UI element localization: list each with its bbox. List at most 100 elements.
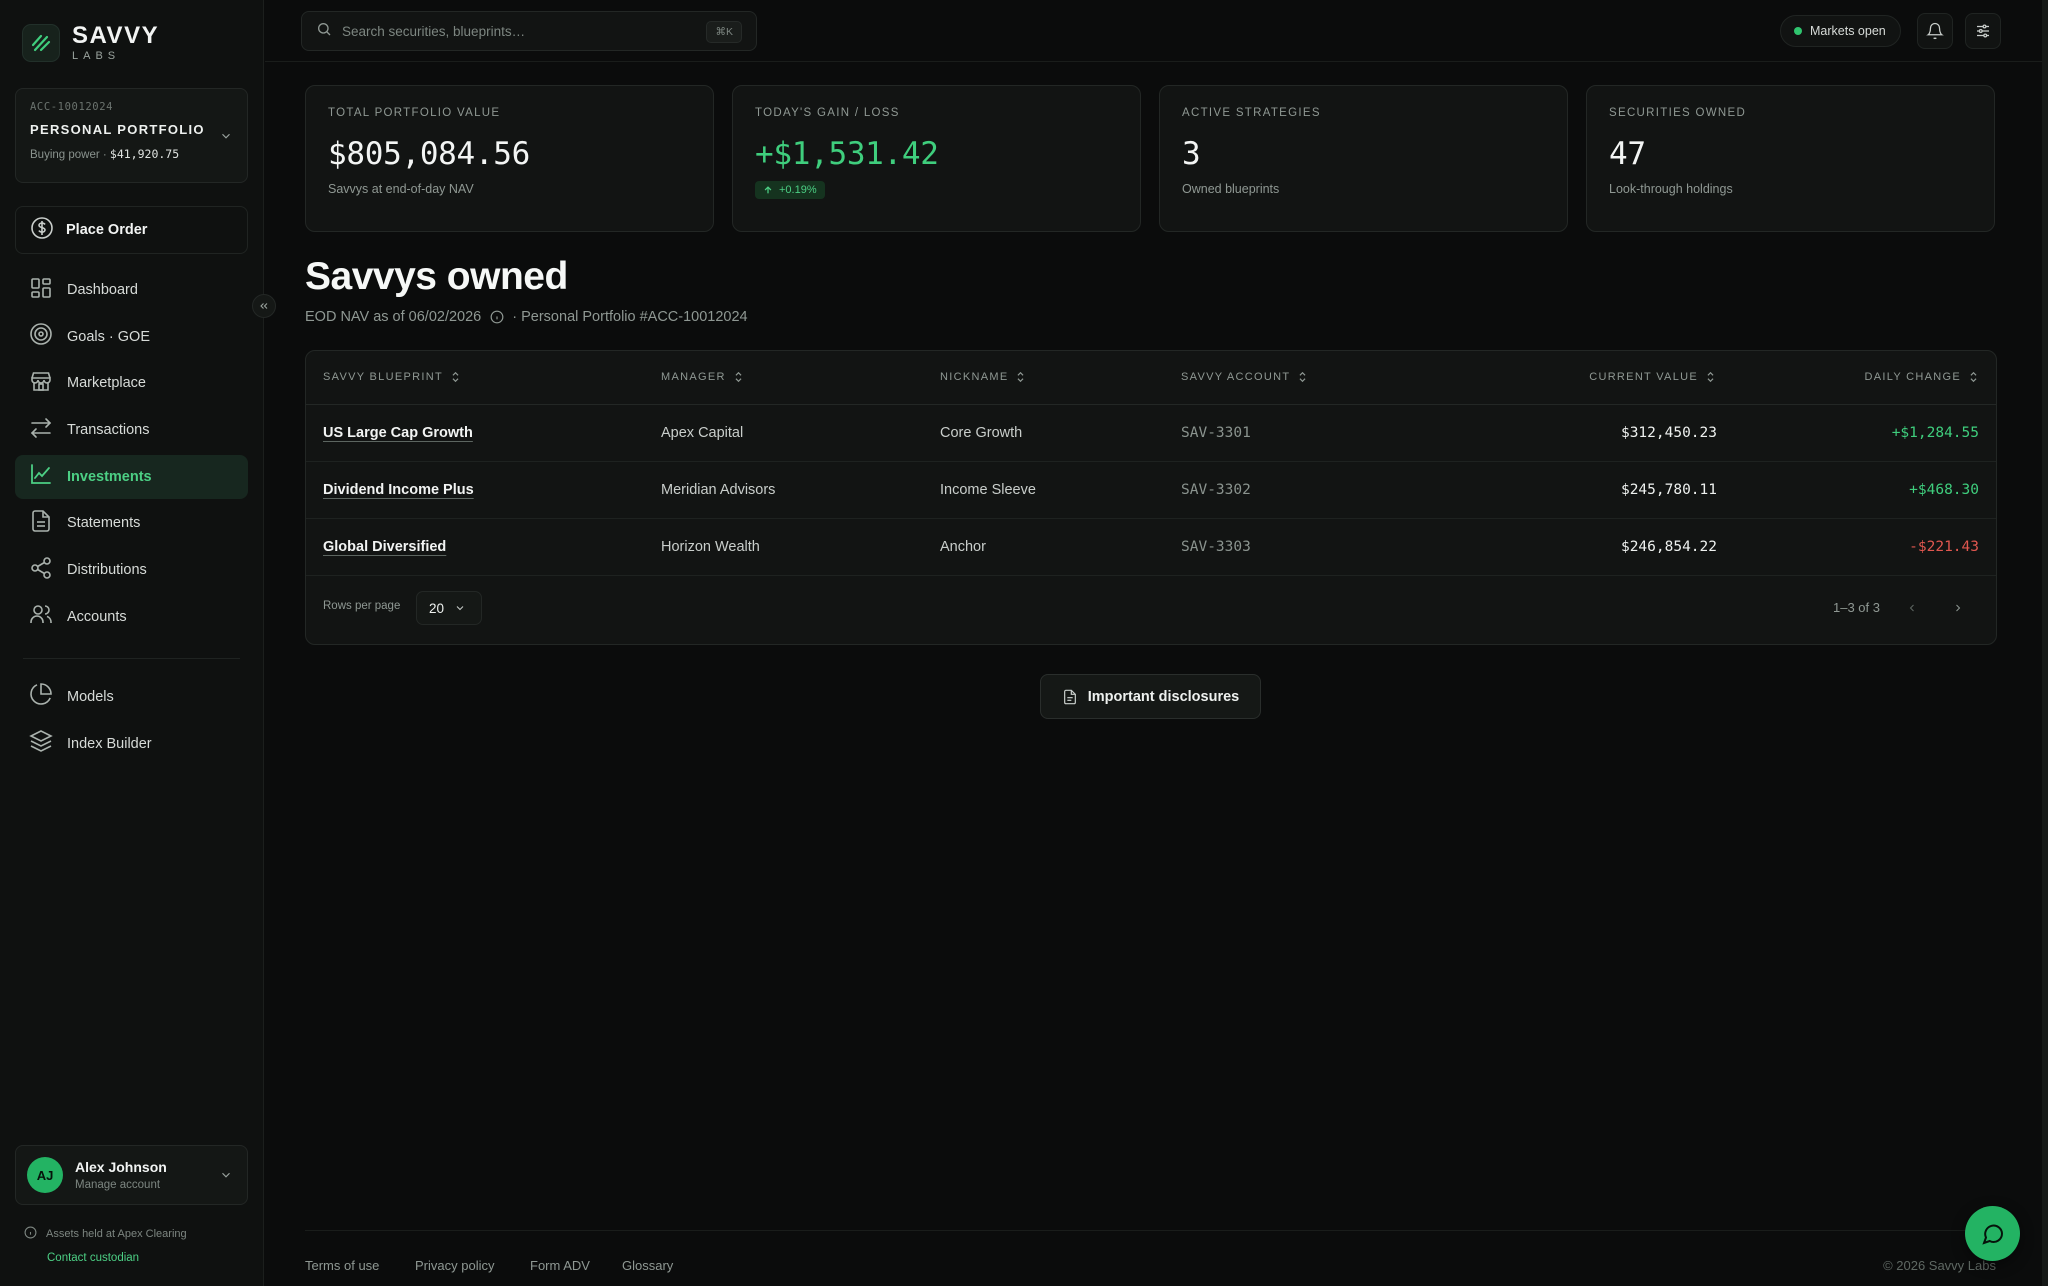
blueprint-link[interactable]: Dividend Income Plus bbox=[323, 482, 474, 498]
blueprint-link[interactable]: Global Diversified bbox=[323, 539, 446, 555]
store-icon bbox=[29, 369, 53, 398]
stat-value: 47 bbox=[1609, 136, 1646, 172]
brand-sub: LABS bbox=[72, 50, 121, 62]
user-menu[interactable]: AJ Alex Johnson Manage account bbox=[15, 1145, 248, 1205]
top-bar: ⌘K Markets open bbox=[265, 0, 2048, 62]
next-page-button[interactable] bbox=[1946, 596, 1970, 620]
table-header: SAVVY BLUEPRINT MANAGER NICKNAME SAVVY A… bbox=[306, 351, 1996, 405]
nav-item-distributions[interactable]: Distributions bbox=[15, 548, 248, 592]
shortcut-hint: ⌘K bbox=[706, 21, 742, 43]
document-icon bbox=[1063, 689, 1076, 704]
rows-per-page-select[interactable]: 20 bbox=[416, 591, 482, 625]
important-disclosures-button[interactable]: Important disclosures bbox=[1040, 674, 1261, 719]
change-badge: +0.19% bbox=[755, 181, 825, 199]
nav-item-goals[interactable]: Goals · GOE bbox=[15, 315, 248, 359]
footer-link-privacy[interactable]: Privacy policy bbox=[415, 1258, 494, 1273]
rows-per-page-value: 20 bbox=[429, 600, 445, 616]
column-header-nickname[interactable]: NICKNAME bbox=[940, 371, 1025, 383]
prev-page-button[interactable] bbox=[1900, 596, 1924, 620]
column-header-current-value[interactable]: CURRENT VALUE bbox=[1589, 371, 1715, 383]
table-row[interactable]: Dividend Income Plus Meridian Advisors I… bbox=[306, 462, 1996, 519]
nav-item-marketplace[interactable]: Marketplace bbox=[15, 361, 248, 405]
change-badge-value: +0.19% bbox=[779, 184, 817, 196]
table-row[interactable]: US Large Cap Growth Apex Capital Core Gr… bbox=[306, 405, 1996, 462]
manager-cell: Horizon Wealth bbox=[661, 539, 760, 555]
share-icon bbox=[29, 556, 53, 585]
nav-label: Dashboard bbox=[67, 282, 138, 298]
change-cell: +$468.30 bbox=[1909, 482, 1979, 498]
contact-custodian-link[interactable]: Contact custodian bbox=[47, 1252, 139, 1264]
nav-label: Models bbox=[67, 688, 114, 705]
collapse-sidebar-button[interactable] bbox=[252, 294, 276, 318]
nav-item-investments[interactable]: Investments bbox=[15, 454, 248, 499]
column-label: SAVVY ACCOUNT bbox=[1181, 371, 1291, 383]
column-label: MANAGER bbox=[661, 371, 726, 383]
custody-text: Assets held at Apex Clearing bbox=[46, 1228, 187, 1240]
sliders-icon bbox=[1977, 24, 1989, 38]
sort-icon bbox=[1970, 371, 1977, 383]
copyright: © 2026 Savvy Labs bbox=[1883, 1258, 1996, 1273]
bell-icon bbox=[1926, 22, 1944, 40]
settings-button[interactable] bbox=[1965, 13, 2001, 49]
column-header-manager[interactable]: MANAGER bbox=[661, 371, 743, 383]
account-name: PERSONAL PORTFOLIO bbox=[30, 122, 205, 137]
chevron-down-icon bbox=[219, 1168, 233, 1187]
nav-item-index-builder[interactable]: Index Builder bbox=[15, 722, 248, 766]
pie-icon bbox=[29, 682, 53, 711]
page-scrollbar[interactable] bbox=[2042, 0, 2048, 1286]
avatar: AJ bbox=[27, 1157, 63, 1193]
nav-item-models[interactable]: Models bbox=[15, 675, 248, 719]
brand-logo[interactable]: SAVVY LABS bbox=[22, 24, 159, 62]
column-label: SAVVY BLUEPRINT bbox=[323, 371, 443, 383]
column-header-account[interactable]: SAVVY ACCOUNT bbox=[1181, 371, 1307, 383]
nav-item-accounts[interactable]: Accounts bbox=[15, 595, 248, 639]
footer-link-terms[interactable]: Terms of use bbox=[305, 1258, 379, 1273]
search-bar[interactable]: ⌘K bbox=[301, 11, 757, 51]
custody-note: Assets held at Apex Clearing bbox=[24, 1226, 187, 1242]
nav-date: EOD NAV as of 06/02/2026 bbox=[305, 309, 482, 325]
place-order-label: Place Order bbox=[66, 222, 148, 238]
notifications-button[interactable] bbox=[1917, 13, 1953, 49]
nav-label: Accounts bbox=[67, 608, 127, 625]
nav-item-statements[interactable]: Statements bbox=[15, 501, 248, 545]
search-input[interactable] bbox=[342, 23, 702, 39]
chart-line-icon bbox=[29, 462, 53, 491]
account-switcher[interactable]: ACC-10012024 PERSONAL PORTFOLIO Buying p… bbox=[15, 88, 248, 183]
buying-power-label: Buying power · bbox=[30, 149, 110, 161]
value-cell: $246,854.22 bbox=[1620, 539, 1717, 555]
stat-card-active-strategies: ACTIVE STRATEGIES 3 Owned blueprints bbox=[1159, 85, 1568, 232]
stat-value: $805,084.56 bbox=[328, 136, 530, 172]
dashboard-icon bbox=[29, 276, 53, 305]
chevron-left-icon bbox=[1909, 604, 1914, 612]
stat-label: ACTIVE STRATEGIES bbox=[1182, 107, 1321, 119]
table-row[interactable]: Global Diversified Horizon Wealth Anchor… bbox=[306, 519, 1996, 576]
nav-label: Investments bbox=[67, 468, 152, 485]
place-order-button[interactable]: Place Order bbox=[15, 206, 248, 254]
layers-icon bbox=[29, 729, 53, 758]
blueprint-link[interactable]: US Large Cap Growth bbox=[323, 425, 473, 441]
buying-power: Buying power · $41,920.75 bbox=[30, 147, 233, 161]
info-icon[interactable] bbox=[490, 310, 504, 324]
nav-label: Statements bbox=[67, 515, 141, 532]
logo-mark-icon bbox=[22, 24, 60, 62]
sort-icon bbox=[1299, 371, 1306, 383]
chat-button[interactable] bbox=[1965, 1206, 2020, 1261]
main-nav: Dashboard Goals · GOE Marketplace Transa… bbox=[15, 268, 248, 768]
sidebar: SAVVY LABS ACC-10012024 PERSONAL PORTFOL… bbox=[0, 0, 264, 1286]
nav-item-dashboard[interactable]: Dashboard bbox=[15, 268, 248, 312]
stat-label: TOTAL PORTFOLIO VALUE bbox=[328, 107, 501, 119]
nav-item-transactions[interactable]: Transactions bbox=[15, 408, 248, 452]
disclosures-label: Important disclosures bbox=[1087, 688, 1240, 705]
footer-link-glossary[interactable]: Glossary bbox=[622, 1258, 673, 1273]
buying-power-value: $41,920.75 bbox=[109, 147, 180, 161]
sort-icon bbox=[1707, 371, 1714, 383]
brand-name: SAVVY bbox=[72, 22, 160, 49]
footer-link-form-adv[interactable]: Form ADV bbox=[530, 1258, 590, 1273]
column-label: DAILY CHANGE bbox=[1864, 371, 1961, 383]
chat-bubble-icon bbox=[1981, 1224, 2003, 1245]
nav-divider bbox=[23, 657, 240, 659]
account-cell: SAV-3302 bbox=[1181, 482, 1251, 498]
column-header-daily-change[interactable]: DAILY CHANGE bbox=[1865, 371, 1979, 383]
table-pagination: Rows per page 20 1–3 of 3 bbox=[306, 576, 1996, 641]
column-header-blueprint[interactable]: SAVVY BLUEPRINT bbox=[323, 371, 460, 383]
